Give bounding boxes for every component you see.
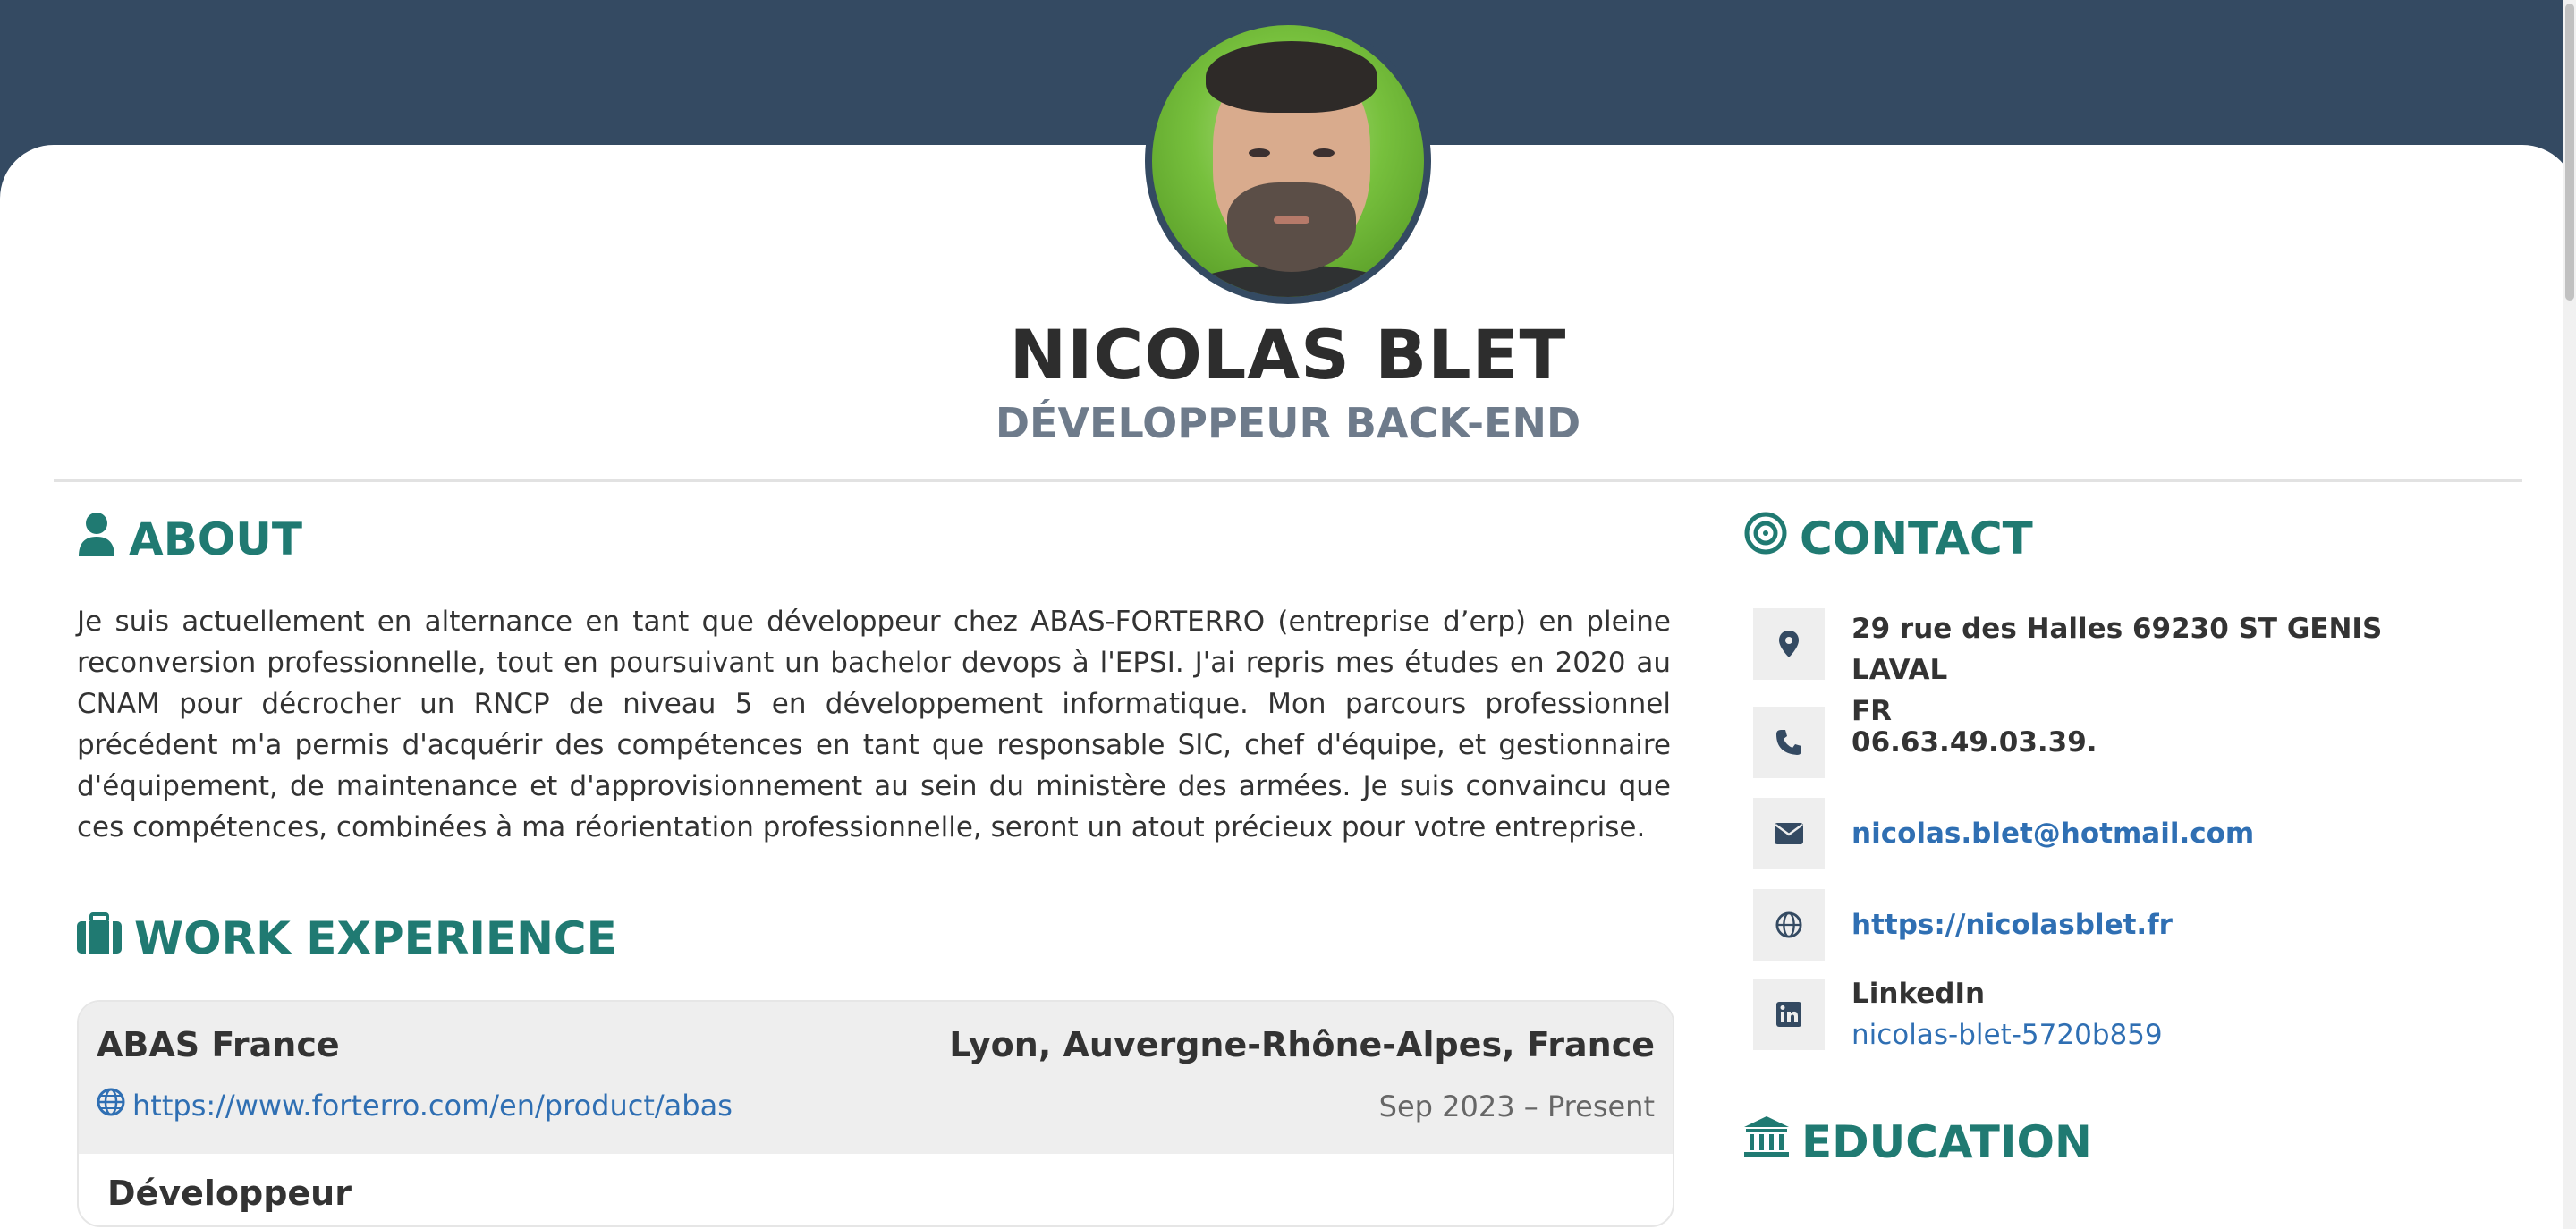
avatar — [1145, 18, 1431, 304]
job-card: ABAS France Lyon, Auvergne-Rhône-Alpes, … — [77, 1000, 1674, 1227]
job-company: ABAS France — [97, 1025, 340, 1064]
phone-icon — [1753, 707, 1825, 778]
envelope-icon — [1753, 798, 1825, 869]
linkedin-label: LinkedIn — [1852, 978, 1986, 1010]
education-title: EDUCATION — [1801, 1116, 2092, 1168]
profile-name: NICOLAS BLET — [1009, 315, 1567, 394]
job-url: https://www.forterro.com/en/product/abas — [132, 1089, 733, 1123]
contact-website[interactable]: https://nicolasblet.fr — [1753, 889, 2424, 961]
phone-number: 06.63.49.03.39. — [1852, 726, 2097, 759]
work-section-title: WORK EXPERIENCE — [77, 912, 617, 964]
contact-section-title: CONTACT — [1744, 512, 2033, 565]
contact-title: CONTACT — [1800, 513, 2033, 564]
education-section-title: EDUCATION — [1744, 1116, 2092, 1168]
job-website-link[interactable]: https://www.forterro.com/en/product/abas — [97, 1088, 733, 1123]
contact-email[interactable]: nicolas.blet@hotmail.com — [1753, 798, 2424, 869]
header-divider — [54, 479, 2522, 482]
briefcase-icon — [77, 912, 122, 964]
job-location: Lyon, Auvergne-Rhône-Alpes, France — [949, 1025, 1655, 1064]
map-marker-icon — [1753, 608, 1825, 680]
university-icon — [1744, 1116, 1789, 1168]
about-title: ABOUT — [129, 513, 303, 565]
user-icon — [77, 512, 116, 567]
contact-phone: 06.63.49.03.39. — [1753, 707, 2424, 778]
linkedin-handle-link[interactable]: nicolas-blet-5720b859 — [1852, 1014, 2424, 1055]
website-link[interactable]: https://nicolasblet.fr — [1852, 904, 2424, 945]
globe-icon — [97, 1088, 125, 1123]
globe-icon — [1753, 889, 1825, 961]
bullseye-icon — [1744, 512, 1787, 565]
about-section-title: ABOUT — [77, 512, 302, 567]
scrollbar-thumb[interactable] — [2565, 4, 2574, 301]
job-dates: Sep 2023 – Present — [1378, 1089, 1655, 1123]
address-line1: 29 rue des Halles 69230 ST GENIS LAVAL — [1852, 613, 2383, 686]
job-card-header: ABAS France Lyon, Auvergne-Rhône-Alpes, … — [79, 1002, 1673, 1154]
job-position: Développeur — [107, 1174, 352, 1213]
work-title: WORK EXPERIENCE — [134, 912, 617, 964]
contact-linkedin[interactable]: LinkedIn nicolas-blet-5720b859 — [1753, 978, 2424, 1055]
page-scrollbar[interactable] — [2563, 0, 2576, 1229]
about-text: Je suis actuellement en alternance en ta… — [77, 606, 1671, 843]
linkedin-icon — [1753, 979, 1825, 1050]
email-link[interactable]: nicolas.blet@hotmail.com — [1852, 813, 2424, 854]
profile-role: DÉVELOPPEUR BACK-END — [995, 399, 1581, 447]
